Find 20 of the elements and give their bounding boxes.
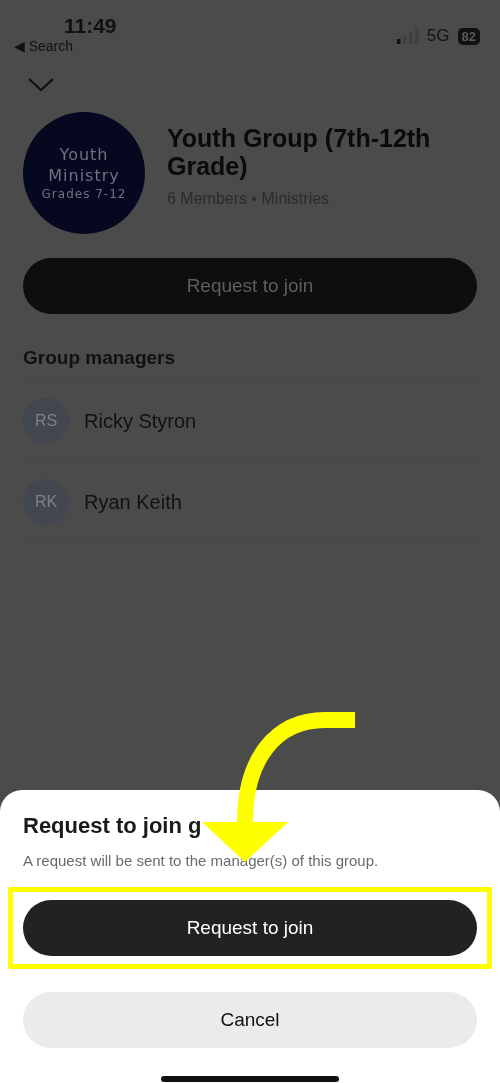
request-join-button[interactable]: Request to join [23, 258, 477, 314]
group-title: Youth Group (7th-12th Grade) [167, 124, 432, 180]
avatar-initials: RS [23, 398, 69, 444]
logo-text: Grades 7-12 [41, 187, 127, 201]
section-heading: Group managers [23, 346, 177, 370]
battery-level: 82 [457, 27, 480, 45]
avatar-initials: RK [23, 479, 69, 525]
network-label: 5G [426, 26, 450, 46]
sheet-message: A request will be sent to the manager(s) of this group. [23, 852, 380, 869]
chevron-down-icon[interactable] [28, 78, 54, 92]
back-link[interactable]: ◀ Search [14, 38, 73, 54]
logo-text: Youth [59, 145, 109, 164]
signal-icon [396, 28, 419, 44]
logo-text: Ministry [48, 166, 120, 185]
sheet-title: Request to join g [23, 812, 203, 840]
manager-name[interactable]: Ricky Styron [84, 409, 197, 433]
confirm-join-button[interactable]: Request to join [23, 900, 477, 956]
cancel-button[interactable]: Cancel [23, 992, 477, 1048]
manager-name[interactable]: Ryan Keith [84, 490, 182, 514]
clock-time: 11:49 [64, 14, 117, 38]
